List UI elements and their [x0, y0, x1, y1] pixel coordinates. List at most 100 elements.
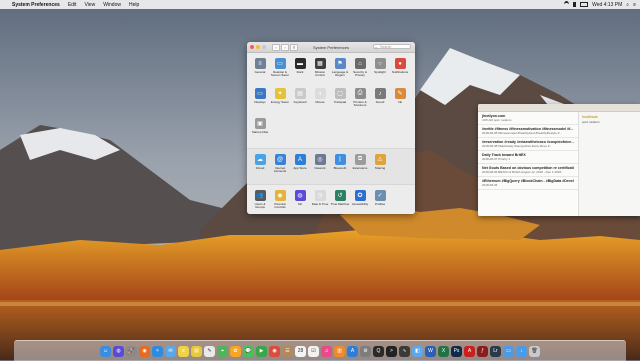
- photoshop-icon[interactable]: Ps: [451, 345, 462, 357]
- show-all-button[interactable]: ⠿: [290, 43, 298, 51]
- flash-dock-icon[interactable]: ƒ: [477, 345, 488, 357]
- time-machine-icon: ↺: [334, 190, 346, 201]
- pref-pane-security[interactable]: ⌂ Security & Privacy: [350, 56, 370, 86]
- pref-pane-spotlight[interactable]: ○ Spotlight: [370, 56, 390, 86]
- menu-window[interactable]: Window: [103, 2, 121, 8]
- pref-pane-icloud[interactable]: ☁ iCloud: [250, 152, 270, 182]
- trash-icon[interactable]: 🗑: [529, 345, 540, 357]
- launchpad-icon[interactable]: 🚀: [126, 345, 137, 357]
- excel-icon[interactable]: X: [438, 345, 449, 357]
- pref-pane-keyboard[interactable]: ▤ Keyboard: [290, 86, 310, 116]
- lightroom-icon[interactable]: Lr: [490, 345, 501, 357]
- pref-pane-accessibility[interactable]: ✪ Accessibility: [350, 188, 370, 214]
- chrome-icon[interactable]: ◉: [269, 345, 280, 357]
- maps-icon[interactable]: ⌖: [217, 345, 228, 357]
- pref-pane-trackpad[interactable]: ▢ Trackpad: [330, 86, 350, 116]
- stickies-icon[interactable]: ▤: [191, 345, 202, 357]
- quicktime-icon[interactable]: Q: [373, 345, 384, 357]
- battery-icon[interactable]: [580, 2, 589, 7]
- zoom-button[interactable]: [262, 45, 266, 49]
- pref-pane-startup-disk[interactable]: ▣ Startup Disk: [250, 116, 270, 146]
- pref-pane-parental[interactable]: ◉ Parental Controls: [270, 188, 290, 214]
- siri-icon: ◍: [294, 190, 306, 201]
- pref-pane-mouse[interactable]: ◖ Mouse: [310, 86, 330, 116]
- control-menu-icon[interactable]: ≡: [633, 2, 636, 8]
- pref-pane-network[interactable]: ◎ Network: [310, 152, 330, 182]
- pref-pane-displays[interactable]: ▭ Displays: [250, 86, 270, 116]
- activity-icon[interactable]: ∿: [399, 345, 410, 357]
- pref-pane-sharing[interactable]: ⚠ Sharing: [370, 152, 390, 182]
- minimize-button[interactable]: [256, 45, 260, 49]
- contacts-icon[interactable]: ☰: [282, 345, 293, 357]
- mail-icon[interactable]: ✉: [165, 345, 176, 357]
- preview-icon[interactable]: ◧: [412, 345, 423, 357]
- terminal-icon[interactable]: >: [386, 345, 397, 357]
- pref-pane-language[interactable]: ⚑ Language & Region: [330, 56, 350, 86]
- photos-icon[interactable]: ✿: [230, 345, 241, 357]
- trackpad-icon: ▢: [334, 88, 346, 99]
- note-list-item[interactable]: #nettle #fitness #fitnessmotivation #fit…: [478, 125, 578, 138]
- pref-pane-siri[interactable]: ◍ Siri: [290, 188, 310, 214]
- folder-icon[interactable]: ▭: [503, 345, 514, 357]
- pref-pane-ink[interactable]: ✎ Ink: [390, 86, 410, 116]
- pref-pane-label: Desktop & Screen Saver: [270, 70, 290, 78]
- menu-clock[interactable]: Wed 4:13 PM: [592, 2, 622, 8]
- appstore-dock-icon[interactable]: A: [347, 345, 358, 357]
- close-button[interactable]: [250, 45, 254, 49]
- note-list-item[interactable]: #Ethereum #BigQuery #BlockChain - #BigDa…: [478, 177, 578, 190]
- users-icon: 👥: [254, 190, 266, 201]
- menu-help[interactable]: Help: [129, 2, 139, 8]
- reminders-icon[interactable]: ☑: [308, 345, 319, 357]
- pref-pane-bluetooth[interactable]: ᛒ Bluetooth: [330, 152, 350, 182]
- sharing-icon: ⚠: [374, 154, 386, 165]
- firefox-icon[interactable]: ◉: [139, 345, 150, 357]
- ibooks-icon[interactable]: ▥: [334, 345, 345, 357]
- pref-pane-users[interactable]: 👥 Users & Groups: [250, 188, 270, 214]
- pref-pane-sound[interactable]: ♪ Sound: [370, 86, 390, 116]
- volume-icon[interactable]: [573, 2, 577, 7]
- calendar-icon[interactable]: 28: [295, 345, 306, 357]
- messages-icon[interactable]: 💬: [243, 345, 254, 357]
- pref-pane-desktop[interactable]: ▭ Desktop & Screen Saver: [270, 56, 290, 86]
- forward-button[interactable]: ›: [281, 43, 289, 51]
- itunes-icon[interactable]: ♫: [321, 345, 332, 357]
- note-list-item[interactable]: Daily Track toward BritEX 2018-08-07 Prio…: [478, 151, 578, 164]
- pref-pane-time-machine[interactable]: ↺ Time Machine: [330, 188, 350, 214]
- pref-pane-extensions[interactable]: ⧉ Extensions: [350, 152, 370, 182]
- acrobat-icon[interactable]: A: [464, 345, 475, 357]
- pref-pane-general[interactable]: ≡ General: [250, 56, 270, 86]
- facetime-icon[interactable]: ▶: [256, 345, 267, 357]
- note-list-item[interactable]: jlnotiyon.com 4:05 AM post: random: [478, 112, 578, 125]
- siri-dock-icon[interactable]: ◍: [113, 345, 124, 357]
- search-input[interactable]: ⌕ Search: [373, 44, 411, 50]
- downloads-icon[interactable]: ↓: [516, 345, 527, 357]
- general-icon: ≡: [254, 58, 266, 69]
- note-subtitle: 2018-08-08 #backtoday #vacayvibes #new #…: [482, 144, 552, 148]
- pref-pane-notifications[interactable]: ● Notifications: [390, 56, 410, 86]
- pref-pane-internet-accounts[interactable]: @ Internet Accounts: [270, 152, 290, 182]
- note-detail[interactable]: fmailtrade post: random: [579, 112, 640, 216]
- wifi-icon[interactable]: [564, 1, 570, 8]
- safari-icon[interactable]: ✧: [152, 345, 163, 357]
- pref-pane-label: Date & Time: [311, 202, 329, 206]
- pref-pane-energy[interactable]: ✦ Energy Saver: [270, 86, 290, 116]
- menu-app-name[interactable]: System Preferences: [12, 2, 60, 8]
- notes-dock-icon[interactable]: ≡: [178, 345, 189, 357]
- pref-pane-app-store[interactable]: A App Store: [290, 152, 310, 182]
- pref-pane-mission-control[interactable]: ▦ Mission Control: [310, 56, 330, 86]
- pref-pane-printer[interactable]: ⎙ Printers & Scanners: [350, 86, 370, 116]
- textedit-icon[interactable]: ✎: [204, 345, 215, 357]
- finder-icon[interactable]: ☺: [100, 345, 111, 357]
- word-icon[interactable]: W: [425, 345, 436, 357]
- spotlight-menu-icon[interactable]: ⌕: [626, 2, 629, 8]
- menu-edit[interactable]: Edit: [68, 2, 77, 8]
- notes-list: jlnotiyon.com 4:05 AM post: random #nettle…: [478, 112, 579, 216]
- pref-pane-date-time[interactable]: ◷ Date & Time: [310, 188, 330, 214]
- note-list-item[interactable]: #reservation #ready #relaxwithelonzo #co…: [478, 138, 578, 151]
- menu-view[interactable]: View: [84, 2, 95, 8]
- pref-pane-dock[interactable]: ▬ Dock: [290, 56, 310, 86]
- note-list-item[interactable]: Net Gouts Based on obvious competition r…: [478, 164, 578, 177]
- pref-pane-profiles[interactable]: ✓ Profiles: [370, 188, 390, 214]
- back-button[interactable]: ‹: [272, 43, 280, 51]
- sysprefs-dock-icon[interactable]: ⚙: [360, 345, 371, 357]
